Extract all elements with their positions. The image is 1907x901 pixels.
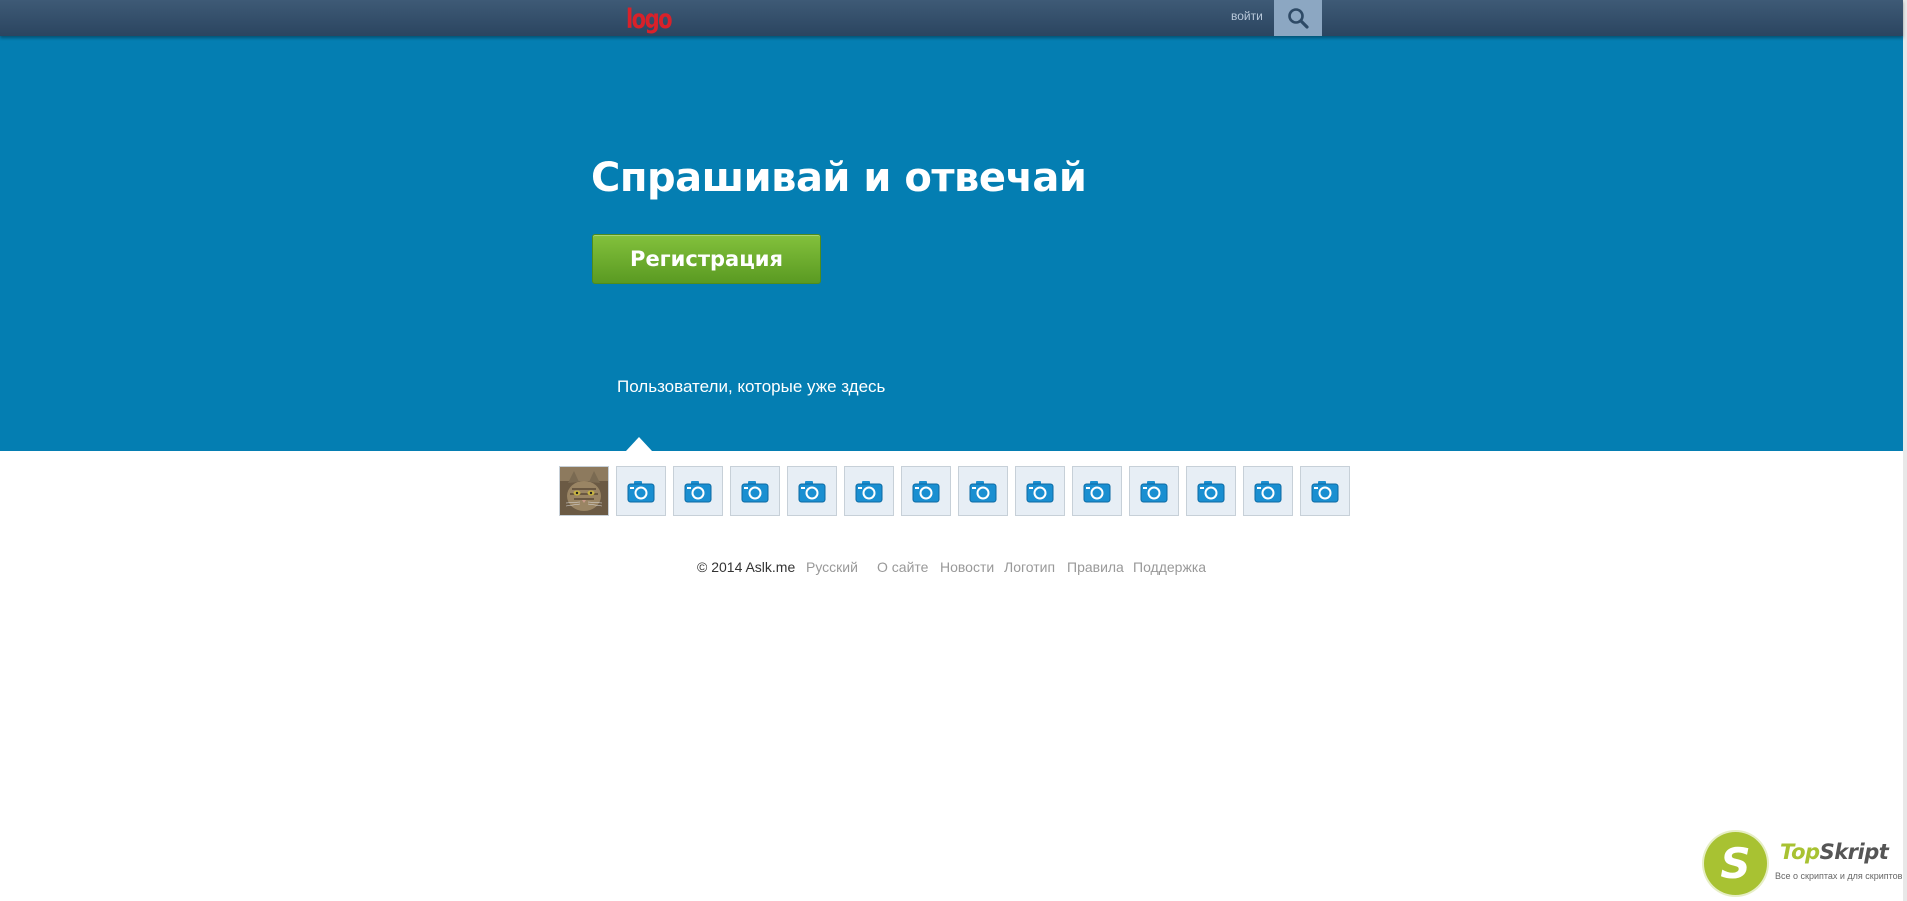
user-avatar-placeholder[interactable] xyxy=(844,466,894,516)
watermark-brand-skript: Skript xyxy=(1819,840,1889,864)
footer-link-about[interactable]: О сайте xyxy=(877,559,928,575)
camera-icon xyxy=(969,481,997,503)
camera-icon xyxy=(1197,481,1225,503)
user-avatar-placeholder[interactable] xyxy=(616,466,666,516)
search-icon xyxy=(1288,8,1309,29)
watermark-brand: TopSkript xyxy=(1780,840,1889,864)
camera-icon xyxy=(1254,481,1282,503)
user-avatar-placeholder[interactable] xyxy=(1186,466,1236,516)
watermark-badge: S xyxy=(1704,832,1767,895)
language-link[interactable]: Русский xyxy=(806,559,858,575)
site-logo[interactable]: logo xyxy=(626,2,673,35)
camera-icon xyxy=(741,481,769,503)
footer-link-rules[interactable]: Правила xyxy=(1067,559,1124,575)
hero-title: Спрашивай и отвечай xyxy=(591,155,1087,201)
watermark-badge-letter: S xyxy=(1720,839,1751,888)
footer-link-logo[interactable]: Логотип xyxy=(1004,559,1055,575)
copyright-text: © 2014 Aslk.me xyxy=(697,559,796,575)
watermark-brand-top: Top xyxy=(1780,840,1820,864)
user-avatar-cat[interactable] xyxy=(559,466,609,516)
camera-icon xyxy=(1311,481,1339,503)
users-caption: Пользователи, которые уже здесь xyxy=(617,377,886,396)
user-avatar-placeholder[interactable] xyxy=(1015,466,1065,516)
camera-icon xyxy=(798,481,826,503)
camera-icon xyxy=(855,481,883,503)
watermark-tagline: Все о скриптах и для скриптов... xyxy=(1775,871,1907,881)
user-avatar-placeholder[interactable] xyxy=(1243,466,1293,516)
search-button[interactable] xyxy=(1274,0,1322,36)
user-avatar-placeholder[interactable] xyxy=(673,466,723,516)
register-button[interactable]: Регистрация xyxy=(592,234,821,284)
cat-photo-icon xyxy=(560,467,608,515)
camera-icon xyxy=(912,481,940,503)
footer-link-news[interactable]: Новости xyxy=(940,559,994,575)
top-navigation-bar: logo войти xyxy=(0,0,1903,36)
footer-link-support[interactable]: Поддержка xyxy=(1133,559,1206,575)
camera-icon xyxy=(1140,481,1168,503)
camera-icon xyxy=(627,481,655,503)
user-avatar-placeholder[interactable] xyxy=(901,466,951,516)
user-avatar-placeholder[interactable] xyxy=(1300,466,1350,516)
user-avatar-placeholder[interactable] xyxy=(1129,466,1179,516)
camera-icon xyxy=(684,481,712,503)
login-link[interactable]: войти xyxy=(1231,0,1263,32)
hero-section xyxy=(0,36,1903,451)
camera-icon xyxy=(1026,481,1054,503)
user-avatar-placeholder[interactable] xyxy=(958,466,1008,516)
user-avatar-placeholder[interactable] xyxy=(787,466,837,516)
camera-icon xyxy=(1083,481,1111,503)
caption-pointer xyxy=(626,437,652,451)
window-edge xyxy=(1903,0,1907,901)
user-avatar-placeholder[interactable] xyxy=(1072,466,1122,516)
user-avatar-placeholder[interactable] xyxy=(730,466,780,516)
